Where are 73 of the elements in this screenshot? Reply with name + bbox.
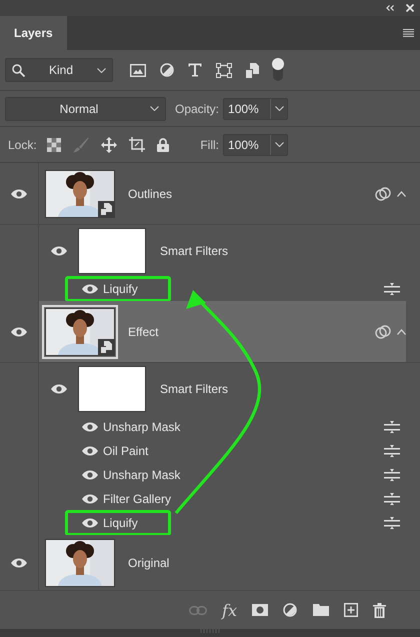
filter-toggle[interactable] [273, 59, 283, 81]
blending-options-icon[interactable] [384, 469, 400, 481]
crop-icon[interactable] [128, 137, 145, 152]
smart-filter-icon[interactable] [375, 324, 391, 338]
caret-icon[interactable] [397, 328, 406, 334]
layer-name: Original [128, 556, 170, 570]
collapse-panel-icon[interactable] [386, 5, 394, 11]
eye-icon[interactable] [82, 518, 98, 528]
opacity-field[interactable]: 100% [223, 98, 288, 120]
smart-filters-label: Smart Filters [160, 244, 228, 258]
eye-icon[interactable] [51, 246, 67, 256]
new-layer-icon[interactable] [344, 603, 358, 617]
fill-label: Fill: [200, 138, 219, 152]
eye-icon[interactable] [11, 558, 27, 568]
adjustment-layer-icon[interactable] [283, 602, 298, 618]
blending-options-icon[interactable] [384, 445, 400, 457]
layer-style-button[interactable]: fx [222, 600, 237, 620]
eye-icon[interactable] [11, 326, 27, 336]
filter-row[interactable]: Unsharp Mask [65, 414, 186, 440]
menu-icon[interactable] [403, 29, 414, 37]
filter-name: Filter Gallery [103, 492, 172, 506]
move-icon[interactable] [100, 136, 117, 152]
close-icon[interactable] [406, 4, 414, 12]
eye-icon[interactable] [11, 188, 27, 198]
blending-options-icon[interactable] [384, 283, 400, 295]
search-icon [12, 64, 25, 76]
type-icon[interactable] [188, 63, 202, 77]
folder-icon[interactable] [313, 604, 329, 616]
opacity-label: Opacity: [175, 102, 220, 116]
layers-tab[interactable]: Layers [0, 16, 67, 50]
filter-mask-thumbnail[interactable] [78, 228, 146, 274]
layer-name: Outlines [128, 186, 174, 200]
eye-icon[interactable] [51, 384, 67, 394]
eye-icon[interactable] [82, 494, 98, 504]
smart-filters-label: Smart Filters [160, 382, 228, 396]
eye-icon[interactable] [82, 446, 98, 456]
filter-mask-thumbnail[interactable] [78, 366, 146, 412]
kind-dropdown[interactable]: Kind [5, 58, 113, 82]
lock-label: Lock: [8, 138, 37, 152]
filter-row[interactable]: Unsharp Mask [65, 462, 186, 488]
smart-object-icon[interactable] [246, 62, 259, 78]
caret-icon[interactable] [397, 190, 406, 196]
mask-icon[interactable] [252, 604, 268, 616]
blending-options-icon[interactable] [384, 493, 400, 505]
smart-object-badge-icon [98, 338, 115, 356]
image-icon[interactable] [130, 64, 146, 76]
blending-options-icon[interactable] [384, 421, 400, 433]
smart-filter-icon[interactable] [375, 186, 391, 200]
filter-name: Unsharp Mask [103, 468, 180, 482]
layer-row[interactable]: Effect [39, 301, 406, 362]
adjustment-icon[interactable] [160, 63, 174, 77]
lock-transparency-icon[interactable] [46, 138, 61, 152]
eye-icon[interactable] [82, 284, 98, 294]
blending-options-icon[interactable] [384, 517, 400, 529]
eye-icon[interactable] [82, 470, 98, 480]
filter-name: Liquify [103, 282, 138, 296]
filter-row[interactable]: Oil Paint [65, 438, 171, 464]
filter-name: Liquify [103, 516, 138, 530]
blend-mode-dropdown[interactable]: Normal [5, 96, 166, 120]
shape-icon[interactable] [216, 62, 232, 78]
chevron-icon [97, 68, 106, 72]
eye-icon[interactable] [82, 422, 98, 432]
chevron-icon [150, 106, 159, 111]
layer-name: Effect [128, 324, 160, 338]
filter-name: Oil Paint [103, 444, 148, 458]
smart-object-badge-icon [98, 200, 115, 218]
chevron-icon[interactable] [274, 106, 284, 111]
filter-row[interactable]: Filter Gallery [65, 486, 176, 512]
fill-field[interactable]: 100% [223, 134, 288, 156]
filter-name: Unsharp Mask [103, 420, 180, 434]
trash-icon[interactable] [373, 602, 386, 618]
chevron-icon[interactable] [274, 142, 284, 147]
lock-icon[interactable] [156, 138, 169, 152]
